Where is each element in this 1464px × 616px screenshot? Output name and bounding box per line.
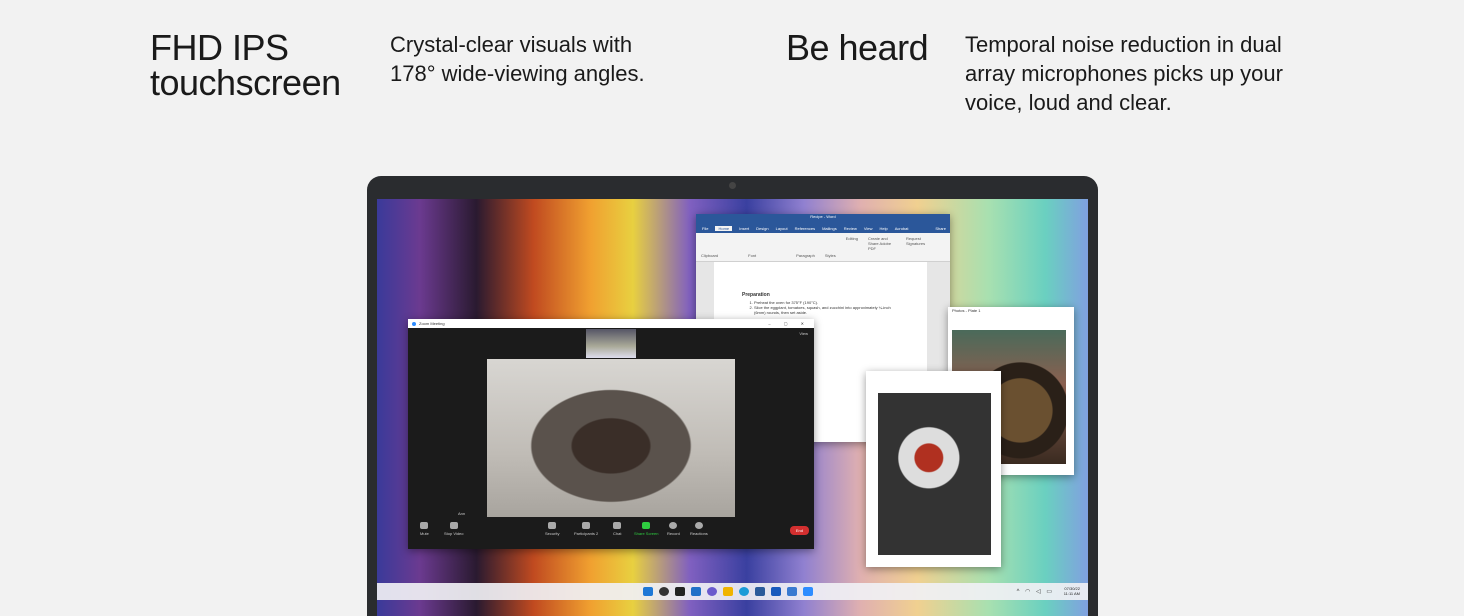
zoom-logo-icon	[412, 321, 416, 326]
record-button[interactable]: Record	[667, 522, 680, 536]
tab-mailings[interactable]: Mailings	[822, 226, 837, 231]
photos-toolbar	[866, 371, 1001, 380]
zoom-icon[interactable]	[803, 587, 813, 596]
file-explorer-icon[interactable]	[723, 587, 733, 596]
microphone-icon	[420, 522, 429, 529]
zoom-toolbar: Mute Stop Video Security Participants 2 …	[408, 518, 814, 549]
feature-title-audio: Be heard	[786, 27, 929, 68]
search-icon[interactable]	[659, 587, 669, 596]
participant-thumbnail	[586, 329, 636, 358]
zoom-titlebar: Zoom Meeting – ▢ ✕	[408, 319, 814, 328]
doc-step: Slice the eggplant, tomatoes, squash, an…	[754, 305, 899, 315]
clock[interactable]: 07/30/22 11:11 AM	[1064, 586, 1080, 596]
participants-icon	[582, 522, 591, 529]
view-button[interactable]: View	[799, 331, 808, 336]
word-title: Recipe - Word	[696, 214, 950, 224]
feature-desc-display: Crystal-clear visuals with 178° wide-vie…	[390, 32, 645, 86]
name-tag: Ann	[458, 511, 466, 516]
tab-home[interactable]: Home	[715, 226, 733, 231]
stop-video-button[interactable]: Stop Video	[444, 522, 464, 536]
taskbar-icons	[643, 587, 813, 596]
chat-button[interactable]: Chat	[613, 522, 621, 536]
editing-button[interactable]: Editing	[846, 236, 858, 258]
chat-icon	[613, 522, 622, 529]
word-ribbon: Clipboard Font Paragraph Styles Editing …	[696, 233, 950, 262]
zoom-title: Zoom Meeting	[419, 321, 445, 326]
tab-layout[interactable]: Layout	[776, 226, 788, 231]
main-video	[487, 359, 735, 517]
food-photo	[878, 393, 991, 555]
photos-title: Photos - Plate 1	[952, 308, 981, 313]
tab-acrobat[interactable]: Acrobat	[895, 226, 909, 231]
request-signatures-button[interactable]: Request Signatures	[906, 236, 932, 258]
tab-references[interactable]: References	[795, 226, 815, 231]
reactions-icon	[694, 522, 703, 529]
tab-view[interactable]: View	[864, 226, 873, 231]
taskbar: ^ ◠ ◁ ▭ 07/30/22 11:11 AM	[377, 583, 1088, 600]
tab-file[interactable]: File	[702, 226, 708, 231]
photos-icon[interactable]	[787, 587, 797, 596]
tab-design[interactable]: Design	[756, 226, 768, 231]
camera-icon	[449, 522, 458, 529]
widgets-icon[interactable]	[691, 587, 701, 596]
participants-button[interactable]: Participants 2	[574, 522, 598, 536]
laptop-bezel: Recipe - Word File Home Insert Design La…	[367, 176, 1098, 616]
window-controls[interactable]: – ▢ ✕	[768, 321, 810, 326]
record-icon	[669, 522, 678, 529]
end-button[interactable]: End	[789, 526, 809, 535]
tab-help[interactable]: Help	[879, 226, 887, 231]
start-icon[interactable]	[643, 587, 653, 596]
feature-desc-audio: Temporal noise reduction in dual array m…	[965, 32, 1283, 115]
feature-title-display: FHD IPS touchscreen	[150, 27, 341, 103]
reactions-button[interactable]: Reactions	[690, 522, 708, 536]
edge-icon[interactable]	[739, 587, 749, 596]
shield-icon	[548, 522, 557, 529]
group-styles: Styles	[824, 253, 836, 258]
share-button[interactable]: Share	[935, 226, 946, 231]
store-icon[interactable]	[755, 587, 765, 596]
share-screen-icon	[642, 522, 651, 529]
webcam	[729, 182, 736, 189]
system-tray[interactable]: ^ ◠ ◁ ▭	[1017, 588, 1054, 595]
tab-review[interactable]: Review	[844, 226, 857, 231]
task-view-icon[interactable]	[675, 587, 685, 596]
word-icon[interactable]	[771, 587, 781, 596]
desktop-screen: Recipe - Word File Home Insert Design La…	[377, 199, 1088, 616]
chat-icon[interactable]	[707, 587, 717, 596]
doc-heading: Preparation	[742, 292, 770, 298]
zoom-window[interactable]: Zoom Meeting – ▢ ✕ View Ann Mute Stop Vi…	[408, 319, 814, 549]
group-clipboard: Clipboard	[701, 253, 719, 258]
mute-button[interactable]: Mute	[420, 522, 429, 536]
security-button[interactable]: Security	[545, 522, 559, 536]
word-ribbon-tabs: File Home Insert Design Layout Reference…	[696, 224, 950, 233]
group-font: Font	[748, 253, 757, 258]
group-paragraph: Paragraph	[796, 253, 815, 258]
create-pdf-button[interactable]: Create and Share Adobe PDF	[868, 236, 896, 258]
share-screen-button[interactable]: Share Screen	[634, 522, 658, 536]
tab-insert[interactable]: Insert	[739, 226, 749, 231]
photos-window-2[interactable]	[866, 371, 1001, 567]
